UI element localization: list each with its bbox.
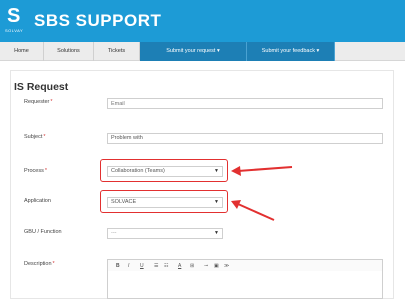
bold-icon[interactable]: B (116, 261, 120, 271)
process-highlight-box (100, 159, 228, 182)
page-title: IS Request (14, 81, 69, 93)
solvay-logo[interactable]: S SOLVAY (5, 5, 27, 36)
gbu-label: GBU / Function (24, 229, 62, 235)
subject-label-text: Subject (24, 134, 43, 140)
required-mark: * (44, 168, 48, 174)
link-icon[interactable]: ⊸ (204, 261, 208, 271)
page: S SOLVAY SBS SUPPORT Home Solutions Tick… (0, 0, 405, 299)
app-title: SBS SUPPORT (34, 11, 162, 30)
logo-subtext: SOLVAY (5, 28, 24, 33)
numbered-list-icon[interactable]: ☷ (164, 261, 168, 271)
table-icon[interactable]: ⊞ (190, 261, 194, 271)
main-nav: Home Solutions Tickets Submit your reque… (0, 42, 405, 61)
gbu-select[interactable]: --- ▼ (107, 228, 223, 239)
header-bar: S SOLVAY SBS SUPPORT (0, 0, 405, 42)
nav-tickets[interactable]: Tickets (94, 42, 140, 61)
requester-label: Requester* (24, 99, 53, 105)
bullet-list-icon[interactable]: ☰ (154, 261, 158, 271)
logo-letter: S (7, 5, 21, 27)
annotation-arrows (231, 166, 293, 221)
application-highlight-box (100, 190, 228, 213)
description-editor[interactable] (107, 271, 383, 299)
nav-home[interactable]: Home (0, 42, 44, 61)
description-label: Description* (24, 261, 55, 267)
embed-icon[interactable]: ≫ (224, 261, 229, 271)
required-mark: * (43, 134, 46, 140)
requester-label-text: Requester (24, 99, 50, 105)
chevron-down-icon: ▼ (214, 230, 219, 236)
nav-solutions[interactable]: Solutions (44, 42, 94, 61)
font-color-icon[interactable]: A (178, 261, 181, 271)
subject-label: Subject* (24, 134, 46, 140)
process-label: Process* (24, 168, 47, 174)
italic-icon[interactable]: I (128, 261, 129, 271)
arrow-icon (231, 200, 275, 221)
process-label-text: Process (24, 168, 44, 174)
required-mark: * (50, 99, 53, 105)
requester-input[interactable] (107, 98, 383, 109)
subject-input[interactable]: Problem with (107, 133, 383, 144)
description-label-text: Description (24, 261, 52, 267)
underline-icon[interactable]: U (140, 261, 144, 271)
required-mark: * (52, 261, 55, 267)
nav-submit-request[interactable]: Submit your request ▾ (140, 42, 247, 61)
image-icon[interactable]: ▣ (214, 261, 219, 271)
application-label: Application (24, 198, 51, 204)
gbu-select-value: --- (111, 230, 117, 236)
nav-submit-feedback[interactable]: Submit your feedback ▾ (247, 42, 335, 61)
arrow-icon (231, 166, 293, 176)
